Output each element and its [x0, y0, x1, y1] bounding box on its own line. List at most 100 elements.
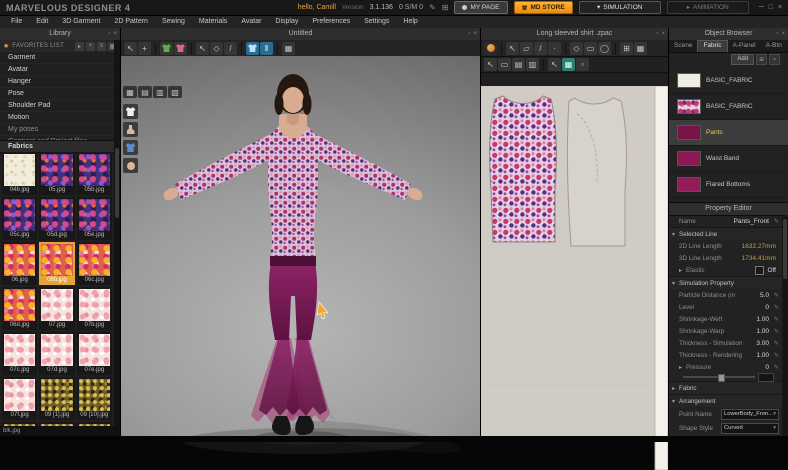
fabric-tile[interactable]: 05d.jpg [39, 197, 74, 240]
library-item-shoulder-pad[interactable]: Shoulder Pad [0, 100, 114, 112]
edit-icon[interactable]: ✎ [772, 328, 779, 335]
fabric-tile[interactable]: 09 [10].jpg [77, 377, 112, 420]
md-store-button[interactable]: MD STORE [514, 1, 573, 14]
fabric-tile[interactable]: 07d.jpg [39, 332, 74, 375]
fabric-tile[interactable]: 07b.jpg [77, 287, 112, 330]
fabric-tile-selected[interactable]: 06b.jpg [39, 242, 74, 285]
user-greeting[interactable]: hello, Camill [298, 4, 336, 11]
property-value[interactable]: 0 [765, 304, 769, 311]
slider-track[interactable] [683, 376, 755, 378]
menu-3d-garment[interactable]: 3D Garment [55, 16, 107, 28]
viewport-3d-canvas[interactable]: ▦ ▤ ▥ ▧ [121, 56, 480, 436]
fabric-row-basic-2[interactable]: BASIC_FABRIC [669, 94, 788, 120]
library-item-hanger[interactable]: Hanger [0, 76, 114, 88]
library-item-garment[interactable]: Garment [0, 52, 114, 64]
fabric-row-waist-band[interactable]: Waist Band [669, 146, 788, 172]
pin-2d-tool-icon[interactable]: ↖ [548, 58, 561, 71]
fabric-row-pants[interactable]: Pants [669, 120, 788, 146]
section-arrangement[interactable]: ▾ Arrangement [669, 394, 782, 407]
slider-value-box[interactable] [758, 373, 774, 382]
show-avatar-icon[interactable] [123, 122, 138, 137]
menu-file[interactable]: File [4, 16, 29, 28]
fold-arrangement-tool-icon[interactable]: ◇ [210, 42, 223, 55]
fabric-tile[interactable]: 05.jpg [39, 152, 74, 195]
fabric-tile[interactable]: 06d.jpg [2, 287, 37, 330]
property-value[interactable]: 1.00 [756, 352, 769, 359]
select-sewing-tool-icon[interactable]: ↖ [484, 58, 497, 71]
segment-sewing-tool-icon[interactable]: ▤ [512, 58, 525, 71]
menu-avatar[interactable]: Avatar [234, 16, 268, 28]
library-list-view-icon[interactable]: ≡ [97, 42, 106, 51]
property-editor-scrollbar[interactable] [782, 215, 788, 436]
show-head-icon[interactable] [123, 158, 138, 173]
library-scrollbar[interactable] [114, 40, 120, 426]
elastic-checkbox[interactable] [755, 266, 764, 275]
rectangle-tool-icon[interactable]: ▭ [584, 42, 597, 55]
show-pattern-toggle-icon[interactable]: ▫ [576, 58, 589, 71]
library-item-my-poses[interactable]: My poses [0, 124, 114, 136]
pattern-2d-float-icon[interactable]: ▫ [656, 28, 658, 40]
object-browser-float-icon[interactable]: ▫ [776, 28, 778, 40]
fabric-tile[interactable]: 07e.jpg [77, 332, 112, 375]
pattern-2d-close-icon[interactable]: × [661, 28, 665, 40]
ellipse-tool-icon[interactable]: ◯ [598, 42, 611, 55]
fabric-tile[interactable]: 07c.jpg [2, 332, 37, 375]
fabric-tile[interactable]: 05b.jpg [77, 152, 112, 195]
show-fitting-icon[interactable] [123, 140, 138, 155]
scrollbar-thumb[interactable] [115, 148, 119, 218]
show-garment-icon[interactable] [123, 104, 138, 119]
pause-simulation-icon[interactable]: ‖ [260, 42, 273, 55]
edit-icon[interactable]: ✎ [772, 218, 779, 225]
pressure-value[interactable]: 0 [765, 364, 769, 371]
share-icon[interactable]: ⊞ [442, 3, 449, 12]
maximize-icon[interactable]: □ [769, 4, 773, 11]
shaded-view-icon[interactable]: ▦ [123, 86, 137, 98]
viewport-3d-float-icon[interactable]: ▫ [468, 28, 470, 40]
edit-icon[interactable]: ✎ [772, 292, 779, 299]
avatar-pose-tool-icon[interactable] [160, 42, 173, 55]
property-value[interactable]: 1.00 [756, 328, 769, 335]
property-value[interactable]: 3.00 [756, 340, 769, 347]
edit-curve-tool-icon[interactable]: / [534, 42, 547, 55]
section-simulation-property[interactable]: ▾ Simulation Property [669, 276, 782, 289]
fabric-tile[interactable]: 06c.jpg [77, 242, 112, 285]
property-value[interactable]: 5.0 [760, 292, 769, 299]
chevron-right-icon[interactable]: ▸ [679, 364, 686, 371]
tab-a-btn[interactable]: A-Btn [761, 40, 787, 52]
pin-tool-icon[interactable]: ↖ [196, 42, 209, 55]
scrollbar-thumb[interactable] [783, 219, 787, 279]
edit-icon[interactable]: ✎ [772, 364, 779, 371]
pattern-2d-canvas[interactable] [481, 86, 668, 436]
dart-tool-icon[interactable]: ⊞ [620, 42, 633, 55]
edit-pattern-tool-icon[interactable]: ▱ [520, 42, 533, 55]
select-tool-icon[interactable]: ↖ [124, 42, 137, 55]
fabric-tile[interactable]: 07f.jpg [2, 377, 37, 420]
library-add-icon[interactable]: + [86, 42, 95, 51]
fabric-tile[interactable]: 05c.jpg [2, 197, 37, 240]
stress-view-icon[interactable]: ▧ [168, 86, 182, 98]
section-fabric[interactable]: ▸ Fabric [669, 381, 782, 394]
chevron-right-icon[interactable]: ▸ [679, 267, 686, 274]
object-browser-close-icon[interactable]: × [781, 28, 785, 40]
fabric-swatch-icon[interactable] [484, 42, 497, 55]
edit-icon[interactable]: ✎ [772, 352, 779, 359]
delete-fabric-icon[interactable]: × [769, 54, 780, 65]
library-back-icon[interactable]: ▸ [75, 42, 84, 51]
edit-sewing-tool-icon[interactable]: ▭ [498, 58, 511, 71]
edit-icon[interactable]: ✎ [772, 316, 779, 323]
pressure-slider[interactable] [669, 373, 782, 381]
add-point-tool-icon[interactable]: · [548, 42, 561, 55]
copy-fabric-icon[interactable]: ⊞ [756, 54, 767, 65]
fabric-tile[interactable]: 05e.jpg [77, 197, 112, 240]
edit-icon[interactable]: ✎ [772, 304, 779, 311]
menu-settings[interactable]: Settings [357, 16, 396, 28]
library-item-motion[interactable]: Motion [0, 112, 114, 124]
move-gizmo-tool-icon[interactable]: + [138, 42, 151, 55]
show-sewing-toggle-icon[interactable]: ▦ [562, 58, 575, 71]
tab-a-panel[interactable]: A-Panel [728, 40, 761, 52]
transform-pattern-tool-icon[interactable]: ↖ [506, 42, 519, 55]
my-page-button[interactable]: MY PAGE [454, 1, 507, 14]
polygon-tool-icon[interactable]: ◇ [570, 42, 583, 55]
free-sewing-tool-icon[interactable]: ▥ [526, 58, 539, 71]
fabric-row-flared-bottoms[interactable]: Flared Bottoms [669, 172, 788, 198]
